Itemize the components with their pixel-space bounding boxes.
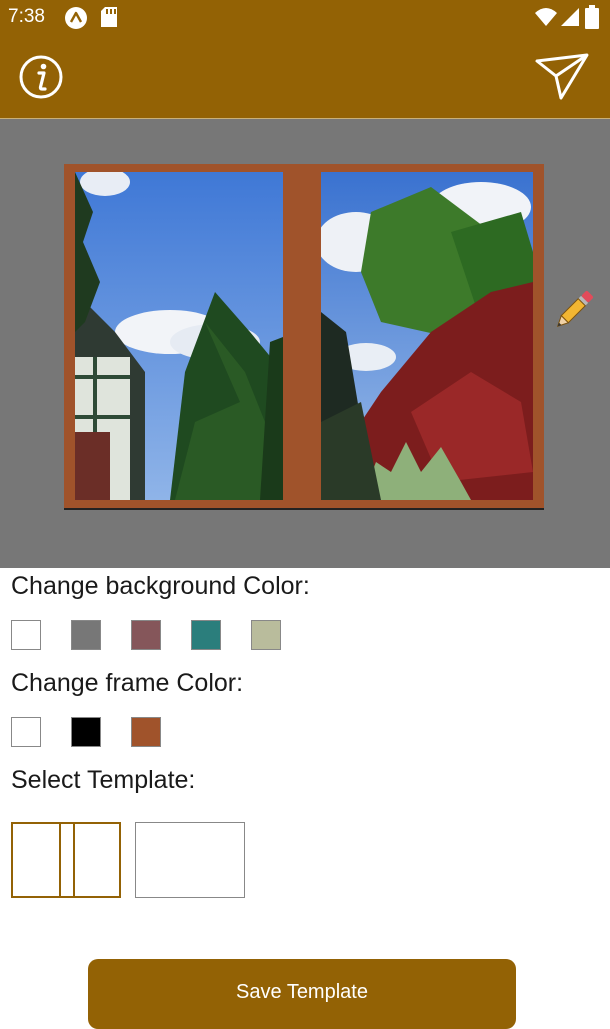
template-single-panel[interactable] — [135, 822, 245, 898]
app-bar — [0, 34, 610, 118]
bg-swatch-white[interactable] — [11, 620, 41, 650]
template-divider-left — [59, 824, 61, 896]
bg-swatch-gray[interactable] — [71, 620, 101, 650]
battery-icon — [585, 5, 599, 34]
bg-swatch-sage[interactable] — [251, 620, 281, 650]
send-button[interactable] — [534, 52, 590, 102]
select-template-label: Select Template: — [11, 766, 196, 794]
info-button[interactable] — [18, 54, 64, 100]
collage-preview — [0, 119, 610, 568]
frame-swatch-black[interactable] — [71, 717, 101, 747]
info-icon — [18, 55, 64, 104]
collage-frame[interactable] — [64, 164, 544, 510]
signal-icon — [560, 7, 580, 32]
app-notification-icon — [64, 6, 88, 35]
edit-button[interactable] — [548, 284, 600, 336]
photo-left[interactable] — [75, 172, 283, 500]
status-bar: 7:38 — [0, 0, 610, 34]
bg-swatch-mauve[interactable] — [131, 620, 161, 650]
pencil-icon — [548, 291, 600, 340]
save-template-button[interactable]: Save Template — [88, 959, 516, 1029]
template-two-panel[interactable] — [11, 822, 121, 898]
frame-color-label: Change frame Color: — [11, 669, 244, 697]
background-color-label: Change background Color: — [11, 572, 310, 600]
template-divider-right — [73, 824, 75, 896]
frame-bottom-line — [64, 508, 544, 510]
wifi-icon — [534, 7, 558, 32]
photo-right[interactable] — [321, 172, 533, 500]
frame-swatch-white[interactable] — [11, 717, 41, 747]
bg-swatch-teal[interactable] — [191, 620, 221, 650]
sd-card-icon — [100, 6, 118, 33]
status-time: 7:38 — [8, 6, 45, 27]
frame-swatch-brown[interactable] — [131, 717, 161, 747]
send-icon — [534, 53, 590, 106]
